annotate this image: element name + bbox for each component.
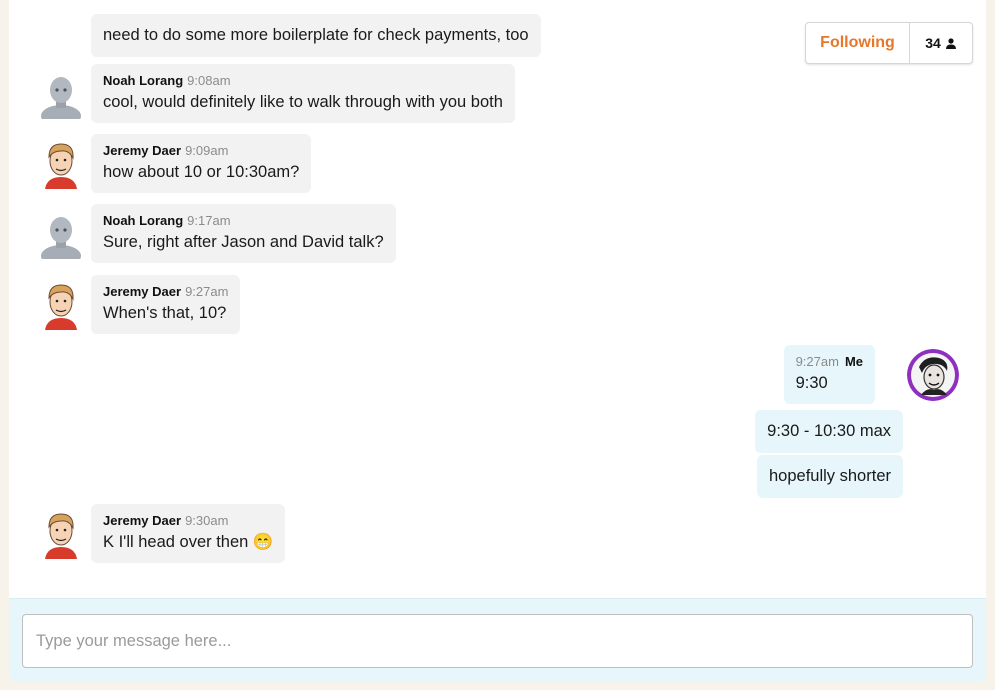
message-text: need to do some more boilerplate for che… xyxy=(103,26,529,44)
message-text: cool, would definitely like to walk thro… xyxy=(103,93,503,111)
message-text: 9:30 - 10:30 max xyxy=(767,422,891,440)
message-author[interactable]: Noah Lorang xyxy=(103,213,183,228)
message-text: hopefully shorter xyxy=(769,467,891,485)
message-bubble-mine: 9:27am Me 9:30 xyxy=(783,345,875,404)
message-text-row: K I'll head over then 😁 xyxy=(103,532,273,553)
message-author[interactable]: Jeremy Daer xyxy=(103,143,181,158)
avatar-me[interactable] xyxy=(907,349,959,401)
person-placeholder-icon xyxy=(41,77,81,119)
person-placeholder-icon xyxy=(41,217,81,259)
following-button[interactable]: Following xyxy=(806,23,910,63)
message-bubble: Jeremy Daer 9:09am how about 10 or 10:30a… xyxy=(91,134,312,193)
message-bubble-mine: 9:30 - 10:30 max xyxy=(755,410,903,453)
avatar-jeremy-daer[interactable] xyxy=(39,280,83,330)
cartoon-avatar xyxy=(45,284,77,330)
message-bubble: need to do some more boilerplate for che… xyxy=(91,14,541,57)
message-text: how about 10 or 10:30am? xyxy=(103,163,300,181)
chat-transcript: need to do some more boilerplate for che… xyxy=(9,0,986,598)
message-author[interactable]: Me xyxy=(845,354,863,369)
message-time: 9:17am xyxy=(187,213,231,228)
message-author[interactable]: Noah Lorang xyxy=(103,73,183,88)
message-input[interactable] xyxy=(22,614,973,668)
message-time: 9:27am xyxy=(795,354,839,369)
cartoon-avatar xyxy=(45,143,77,189)
follower-count-button[interactable]: 34 xyxy=(910,35,972,51)
message-text: 9:30 xyxy=(795,374,828,392)
following-widget: Following 34 xyxy=(805,22,973,64)
avatar-jeremy-daer[interactable] xyxy=(39,509,83,559)
message-text: When's that, 10? xyxy=(103,304,227,322)
portrait-avatar xyxy=(907,349,959,401)
composer xyxy=(9,598,986,682)
chat-panel: need to do some more boilerplate for che… xyxy=(9,0,986,682)
message-time: 9:09am xyxy=(185,143,229,158)
grin-emoji: 😁 xyxy=(252,533,274,551)
avatar-noah-lorang[interactable] xyxy=(39,69,83,119)
message-author[interactable]: Jeremy Daer xyxy=(103,513,181,528)
avatar-noah-lorang[interactable] xyxy=(39,209,83,259)
message-bubble: Jeremy Daer 9:30am K I'll head over then … xyxy=(91,504,286,563)
message-author[interactable]: Jeremy Daer xyxy=(103,284,181,299)
follower-count: 34 xyxy=(925,35,941,51)
message-time: 9:27am xyxy=(185,284,229,299)
message-bubble-mine: hopefully shorter xyxy=(757,455,903,498)
avatar-jeremy-daer[interactable] xyxy=(39,139,83,189)
message-time: 9:30am xyxy=(185,513,229,528)
message-bubble: Jeremy Daer 9:27am When's that, 10? xyxy=(91,275,241,334)
message-bubble: Noah Lorang 9:08am cool, would definitely… xyxy=(91,64,515,123)
message-bubble: Noah Lorang 9:17am Sure, right after Jaso… xyxy=(91,204,396,263)
cartoon-avatar xyxy=(45,513,77,559)
person-icon xyxy=(945,37,956,49)
message-time: 9:08am xyxy=(187,73,231,88)
message-text: K I'll head over then xyxy=(103,533,249,551)
message-text: Sure, right after Jason and David talk? xyxy=(103,233,384,251)
